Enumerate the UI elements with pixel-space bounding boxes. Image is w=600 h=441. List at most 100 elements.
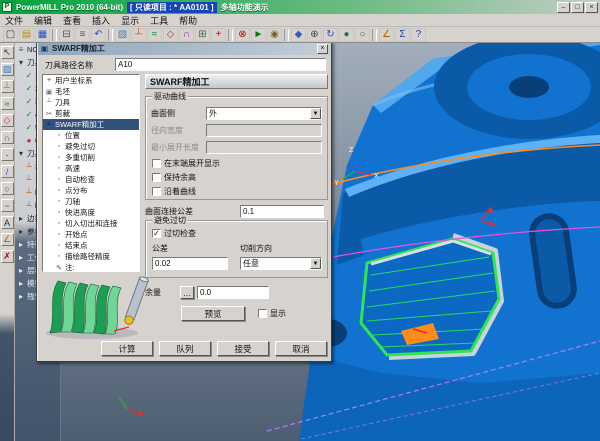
follow-curve-checkbox[interactable] <box>152 187 161 196</box>
zoom-icon[interactable]: ⊕ <box>307 28 322 42</box>
boundary-create-icon[interactable]: ◇ <box>1 114 14 127</box>
circle-icon[interactable]: ○ <box>1 182 14 195</box>
line-icon[interactable]: / <box>1 165 14 178</box>
simulate-icon[interactable]: ► <box>251 28 266 42</box>
explorer-item-icon: ┴ <box>25 162 33 171</box>
left-toolbar: ↖ ▧ ┴ ≈ ◇ ∩ · / ○ ~ A ∠ ✗ <box>0 43 15 441</box>
new-project-icon[interactable]: ▢ <box>3 28 18 42</box>
toolpath-name-input[interactable]: A10 <box>115 58 326 71</box>
calculator-icon[interactable]: Σ <box>395 28 410 42</box>
undo-icon[interactable]: ↶ <box>91 28 106 42</box>
dialog-tree-item[interactable]: ◦ 自动检查 <box>43 174 139 185</box>
minimize-button[interactable]: – <box>557 2 570 13</box>
preview-button[interactable]: 预览 <box>181 306 245 321</box>
surface-join-tolerance-input[interactable]: 0.1 <box>240 205 324 218</box>
dialog-tree-item[interactable]: ┴ 刀具 <box>43 97 139 108</box>
workplane-icon[interactable]: + <box>211 28 226 42</box>
dialog-tree-item[interactable]: ◦ 快进高度 <box>43 207 139 218</box>
toolbar-separator[interactable] <box>284 29 289 41</box>
dialog-tree-item[interactable]: ◦ 避免过切 <box>43 141 139 152</box>
rotate-view-icon[interactable]: ↻ <box>323 28 338 42</box>
measure-tool-icon[interactable]: ∠ <box>1 233 14 246</box>
dialog-tree-item[interactable]: ◦ 切入切出和连接 <box>43 218 139 229</box>
wireframe-icon[interactable]: ○ <box>355 28 370 42</box>
dialog-tree-item[interactable]: ◦ 高速 <box>43 163 139 174</box>
text-icon[interactable]: A <box>1 216 14 229</box>
dialog-tree-item-label: 高速 <box>65 163 80 174</box>
shade-icon[interactable]: ● <box>339 28 354 42</box>
select-cursor-icon[interactable]: ↖ <box>1 46 14 59</box>
toolbar-separator[interactable] <box>372 29 377 41</box>
keep-height-checkbox[interactable] <box>152 173 161 182</box>
dialog-tree-item[interactable]: ◦ 描绘路径精度 <box>43 251 139 262</box>
surface-side-select[interactable]: 外 ▼ <box>206 107 322 120</box>
dialog-tree-item[interactable]: ◦ 位置 <box>43 130 139 141</box>
help-icon[interactable]: ? <box>411 28 426 42</box>
iso-view-icon[interactable]: ◆ <box>291 28 306 42</box>
show-preview-checkbox[interactable] <box>258 309 267 318</box>
menu-item[interactable]: 查看 <box>63 14 81 27</box>
block-icon[interactable]: ▧ <box>115 28 130 42</box>
menu-item[interactable]: 编辑 <box>34 14 52 27</box>
dialog-tree-item[interactable]: ◦ 开始点 <box>43 229 139 240</box>
dialog-action-button[interactable]: 队列 <box>159 341 211 356</box>
menu-item[interactable]: 显示 <box>121 14 139 27</box>
tool-create-icon[interactable]: ┴ <box>1 80 14 93</box>
gouge-check-checkbox[interactable]: ✓ <box>152 229 161 238</box>
dialog-tree-item[interactable]: ✎ 注: <box>43 262 139 272</box>
dialog-tree-item-label: 切入切出和连接 <box>65 218 118 229</box>
dialog-tree-item[interactable]: ▣ 毛坯 <box>43 86 139 97</box>
boundary-icon[interactable]: ◇ <box>163 28 178 42</box>
save-project-icon[interactable]: ▦ <box>35 28 50 42</box>
collision-icon[interactable]: ⊗ <box>235 28 250 42</box>
tolerance-input[interactable]: 0.02 <box>152 257 228 270</box>
feature-icon[interactable]: ⊞ <box>195 28 210 42</box>
dialog-tree-item-icon: ◦ <box>55 165 63 172</box>
delete-icon[interactable]: ✗ <box>1 250 14 263</box>
toolbar-separator[interactable] <box>52 29 57 41</box>
menu-item[interactable]: 文件 <box>5 14 23 27</box>
maximize-button[interactable]: □ <box>571 2 584 13</box>
curve-icon[interactable]: ~ <box>1 199 14 212</box>
point-icon[interactable]: · <box>1 148 14 161</box>
macro-icon[interactable]: ≡ <box>75 28 90 42</box>
thickness-options-button[interactable]: … <box>180 286 194 299</box>
tool-icon[interactable]: ┴ <box>131 28 146 42</box>
dialog-tree-item[interactable]: ◦ 点分布 <box>43 185 139 196</box>
thickness-input[interactable]: 0.0 <box>197 286 269 299</box>
toolbar-separator[interactable] <box>108 29 113 41</box>
block-create-icon[interactable]: ▧ <box>1 63 14 76</box>
pattern-create-icon[interactable]: ∩ <box>1 131 14 144</box>
dialog-title-bar[interactable]: ▣ SWARF精加工 × <box>38 42 330 55</box>
explorer-item-icon: ▸ <box>17 253 25 262</box>
close-button[interactable]: × <box>585 2 598 13</box>
dropdown-arrow-icon[interactable]: ▼ <box>310 108 321 119</box>
svg-text:Y: Y <box>334 180 339 187</box>
dialog-tree-item-icon: + <box>45 77 53 84</box>
menu-item[interactable]: 帮助 <box>179 14 197 27</box>
dialog-action-button[interactable]: 计算 <box>101 341 153 356</box>
dialog-tree-item[interactable]: ≈ SWARF精加工 <box>43 119 139 130</box>
toolbar-separator[interactable] <box>228 29 233 41</box>
dialog-tree-item[interactable]: ✂ 剪裁 <box>43 108 139 119</box>
toolpath-create-icon[interactable]: ≈ <box>1 97 14 110</box>
toolpath-icon[interactable]: ≈ <box>147 28 162 42</box>
dialog-tree-item[interactable]: ◦ 刀轴 <box>43 196 139 207</box>
measure-icon[interactable]: ∠ <box>379 28 394 42</box>
print-icon[interactable]: ⊟ <box>59 28 74 42</box>
dialog-action-button[interactable]: 取消 <box>275 341 327 356</box>
menu-item[interactable]: 插入 <box>92 14 110 27</box>
viewmill-icon[interactable]: ◉ <box>267 28 282 42</box>
dialog-tree-item[interactable]: ◦ 多重切削 <box>43 152 139 163</box>
dialog-close-button[interactable]: × <box>317 44 328 54</box>
menu-item[interactable]: 工具 <box>150 14 168 27</box>
dialog-action-button[interactable]: 接受 <box>217 341 269 356</box>
dropdown-arrow-icon[interactable]: ▼ <box>310 258 321 269</box>
dialog-tree-item[interactable]: ◦ 结束点 <box>43 240 139 251</box>
open-project-icon[interactable]: ▤ <box>19 28 34 42</box>
cut-direction-select[interactable]: 任意 ▼ <box>240 257 322 270</box>
dialog-tree-item-label: 刀轴 <box>65 196 80 207</box>
pattern-icon[interactable]: ∩ <box>179 28 194 42</box>
fan-at-ends-checkbox[interactable] <box>152 159 161 168</box>
dialog-tree-item[interactable]: + 用户坐标系 <box>43 75 139 86</box>
